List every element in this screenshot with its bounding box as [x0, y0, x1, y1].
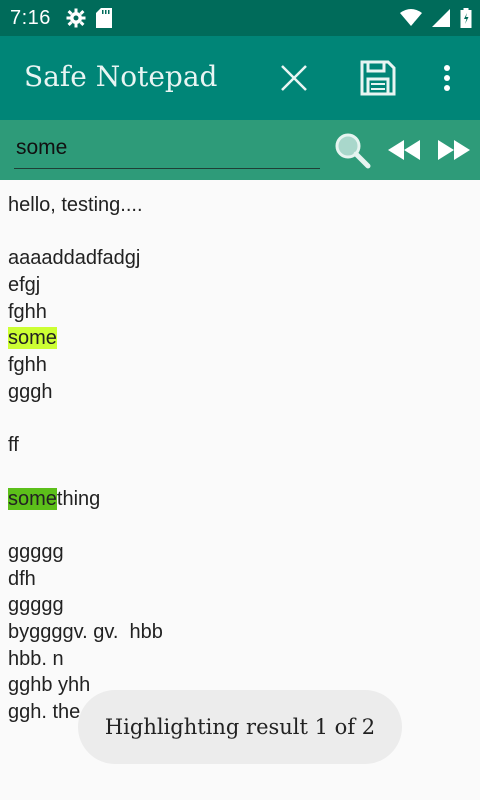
signal-icon — [432, 9, 450, 32]
note-line: gggh — [8, 380, 53, 403]
note-line: fghh — [8, 354, 47, 377]
next-result-icon[interactable] — [432, 130, 476, 170]
note-line: something — [8, 486, 468, 513]
note-line: ff — [8, 434, 19, 457]
note-line: ggggg — [8, 540, 64, 563]
note-line — [8, 459, 468, 486]
sd-card-icon — [96, 8, 112, 33]
search-input[interactable] — [14, 128, 324, 168]
previous-result-icon[interactable] — [382, 130, 426, 170]
search-highlight-current: some — [8, 327, 57, 350]
status-time: 7:16 — [10, 7, 51, 29]
note-line: hello, testing.... — [8, 194, 143, 216]
battery-icon — [460, 8, 472, 33]
wifi-icon: x — [400, 9, 422, 32]
app-toolbar: Safe Notepad — [0, 36, 480, 120]
search-highlight-match: some — [8, 487, 57, 510]
save-icon[interactable] — [354, 54, 402, 102]
note-line: dfh — [8, 567, 36, 590]
note-line: aaaaddadfadgj — [8, 247, 141, 270]
more-vert-icon[interactable] — [423, 54, 471, 102]
search-field — [14, 128, 324, 169]
note-editor[interactable]: hello, testing.... aaaaddadfadgj efgj fg… — [8, 192, 468, 726]
search-bar — [0, 120, 480, 180]
note-line: ggggg — [8, 594, 64, 617]
note-line: hbb. n — [8, 647, 64, 670]
highlight-remainder: thing — [56, 487, 101, 510]
note-line: some — [8, 325, 468, 352]
note-line — [8, 406, 468, 433]
gear-icon — [66, 8, 86, 33]
app-title: Safe Notepad — [24, 60, 218, 93]
note-line — [8, 219, 468, 246]
svg-text:x: x — [414, 19, 419, 27]
search-icon[interactable] — [330, 130, 374, 170]
note-line: efgj — [8, 274, 41, 297]
note-line: byggggv. gv. hbb — [8, 621, 163, 643]
status-bar: 7:16 x — [0, 0, 480, 36]
toast-message: Highlighting result 1 of 2 — [78, 690, 402, 764]
note-line: fghh — [8, 300, 47, 323]
note-line — [8, 512, 468, 539]
close-icon[interactable] — [270, 54, 318, 102]
